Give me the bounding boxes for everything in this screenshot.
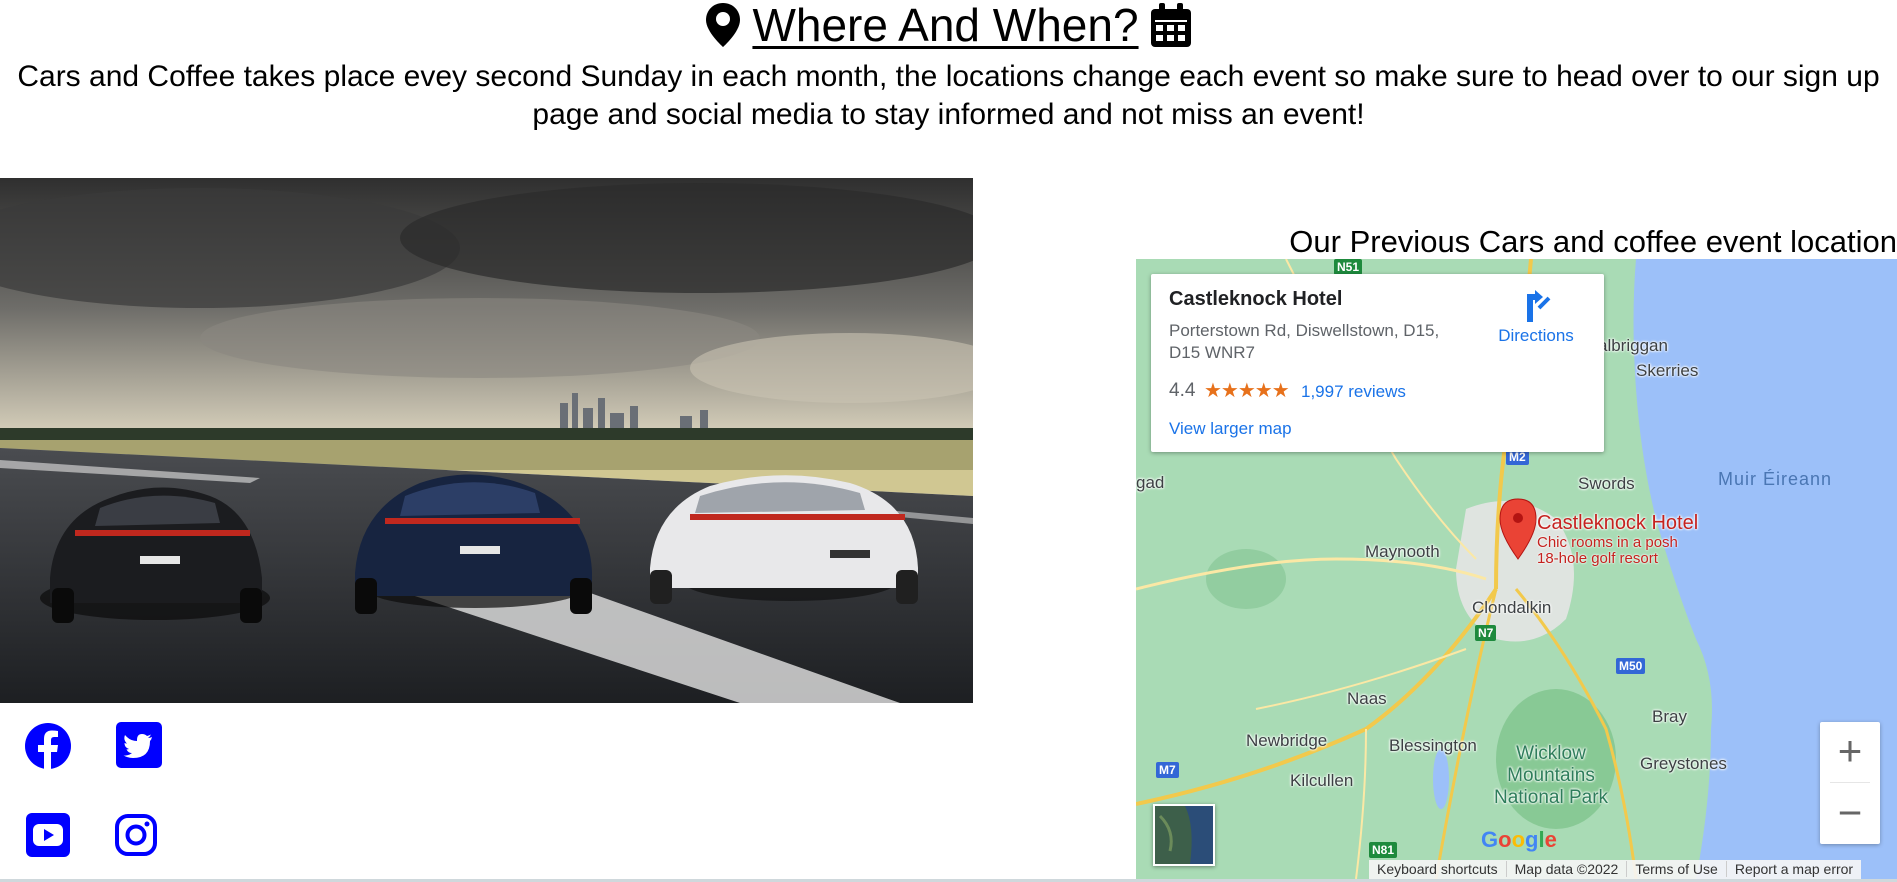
place-wicklow-mountains: Wicklow Mountains National Park xyxy=(1493,743,1609,808)
rating-stars: ★★★★★ xyxy=(1204,380,1290,402)
road-n7: N7 xyxy=(1475,625,1497,641)
porsche-runway-photo xyxy=(0,178,973,703)
place-balbriggan: albriggan xyxy=(1598,336,1668,355)
map-marker-icon xyxy=(705,3,740,56)
place-kilcullen: Kilcullen xyxy=(1290,771,1354,790)
place-clondalkin: Clondalkin xyxy=(1472,598,1552,617)
calendar-icon xyxy=(1151,3,1192,56)
pin-desc-line-1: Chic rooms in a posh xyxy=(1537,534,1678,551)
directions-icon xyxy=(1527,290,1551,322)
place-edenderry: gad xyxy=(1136,473,1165,492)
road-m7: M7 xyxy=(1156,762,1179,778)
map-pin-description: Chic rooms in a posh 18-hole golf resort xyxy=(1537,535,1678,567)
keyboard-shortcuts-link[interactable]: Keyboard shortcuts xyxy=(1369,861,1506,877)
facebook-link[interactable] xyxy=(24,722,72,770)
google-map-embed[interactable]: albriggan Skerries Swords Muir Éireann g… xyxy=(1136,259,1897,879)
youtube-link[interactable] xyxy=(26,813,70,857)
map-pin-label[interactable]: Castleknock Hotel xyxy=(1537,513,1698,533)
place-muir-eireann: Muir Éireann xyxy=(1718,469,1833,489)
place-swords: Swords xyxy=(1578,474,1635,493)
place-address: Porterstown Rd, Diswellstown, D15, D15 W… xyxy=(1169,321,1440,362)
pin-desc-line-2: 18-hole golf resort xyxy=(1537,550,1658,567)
road-m50: M50 xyxy=(1616,658,1646,674)
facebook-icon xyxy=(25,723,71,770)
place-naas: Naas xyxy=(1347,689,1387,708)
road-n81: N81 xyxy=(1369,842,1398,858)
event-description: Cars and Coffee takes place evey second … xyxy=(17,60,1880,131)
road-n51: N51 xyxy=(1334,259,1363,275)
report-map-error-link[interactable]: Report a map error xyxy=(1725,861,1862,877)
place-greystones: Greystones xyxy=(1640,754,1727,773)
zoom-in-button[interactable]: + xyxy=(1820,722,1880,782)
place-skerries: Skerries xyxy=(1636,361,1699,380)
twitter-icon xyxy=(116,722,162,768)
google-logo: Google xyxy=(1481,827,1557,852)
place-name: Castleknock Hotel xyxy=(1169,288,1343,310)
view-larger-map-link[interactable]: View larger map xyxy=(1169,419,1292,439)
place-blessington: Blessington xyxy=(1389,736,1477,755)
zoom-out-button[interactable]: − xyxy=(1820,784,1880,844)
place-bray: Bray xyxy=(1652,707,1687,726)
map-data-label: Map data ©2022 xyxy=(1505,861,1627,877)
zoom-divider xyxy=(1830,782,1870,783)
where-and-when-heading: Where And When? xyxy=(0,0,1897,56)
instagram-link[interactable] xyxy=(114,813,158,857)
map-attribution-bar: Keyboard shortcuts Map data ©2022 Terms of… xyxy=(1369,860,1862,879)
place-info-card: Castleknock Hotel Porterstown Rd, Diswel… xyxy=(1151,274,1604,452)
place-maynooth: Maynooth xyxy=(1365,542,1440,561)
page-title: Where And When? xyxy=(752,0,1139,51)
satellite-layer-toggle[interactable] xyxy=(1153,804,1215,866)
map-section-title: Our Previous Cars and coffee event locat… xyxy=(1289,224,1897,259)
terms-of-use-link[interactable]: Terms of Use xyxy=(1626,861,1726,877)
youtube-icon xyxy=(26,813,70,857)
twitter-link[interactable] xyxy=(116,722,162,768)
directions-button[interactable]: Directions xyxy=(1481,290,1591,346)
zoom-controls: + − xyxy=(1820,722,1880,844)
place-newbridge: Newbridge xyxy=(1246,731,1328,750)
instagram-icon xyxy=(115,814,157,856)
directions-label: Directions xyxy=(1498,326,1574,345)
reviews-link[interactable]: 1,997 reviews xyxy=(1301,382,1406,402)
place-rating: 4.4 xyxy=(1169,380,1196,401)
